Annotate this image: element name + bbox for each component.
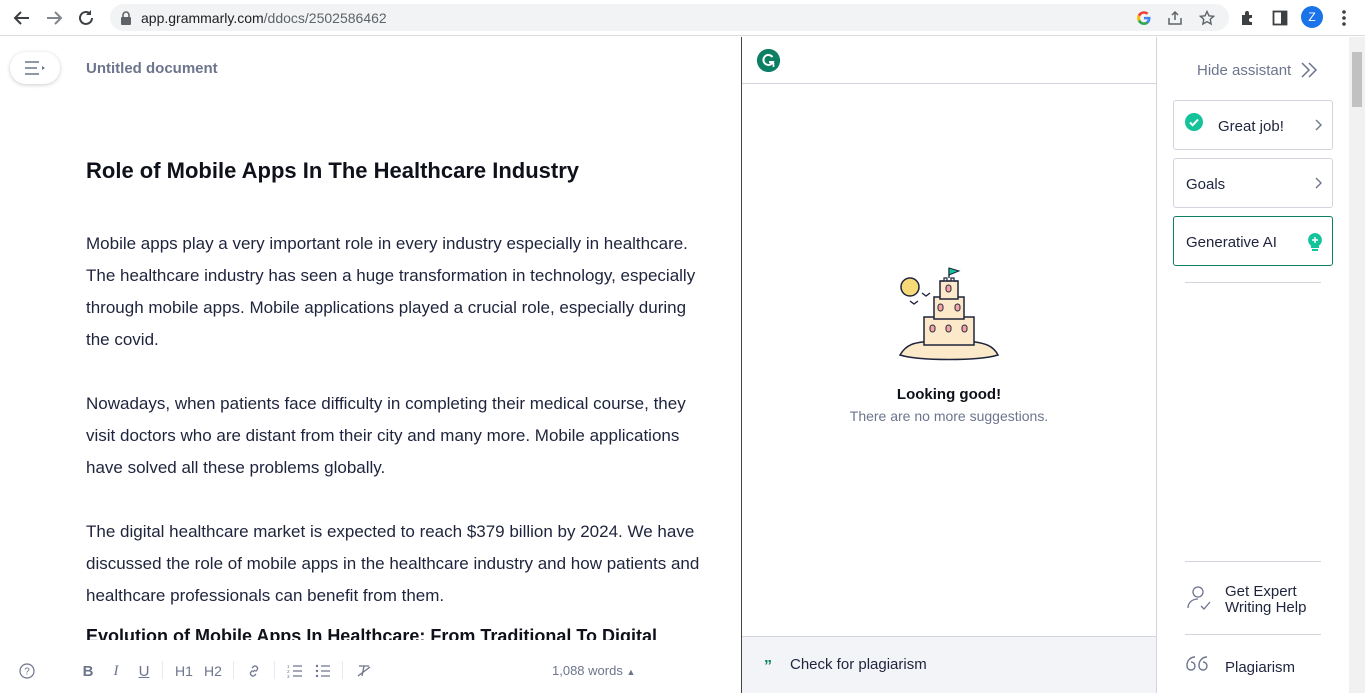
- document-title[interactable]: Untitled document: [86, 60, 218, 77]
- clear-formatting-icon[interactable]: [355, 661, 373, 681]
- back-button[interactable]: [10, 6, 34, 30]
- sidebar-divider: [1185, 561, 1321, 562]
- italic-button[interactable]: I: [108, 661, 124, 681]
- grammarly-logo-icon: [757, 49, 780, 72]
- paragraph[interactable]: Mobile apps play a very important role i…: [86, 228, 706, 356]
- quote-marks-icon: [1185, 655, 1225, 680]
- document-heading[interactable]: Role of Mobile Apps In The Healthcare In…: [86, 158, 579, 184]
- double-chevron-right-icon[interactable]: [1299, 61, 1319, 84]
- check-circle-icon: [1185, 113, 1203, 136]
- hamburger-menu-icon: [25, 61, 45, 75]
- side-panel-icon[interactable]: [1269, 7, 1291, 29]
- kebab-menu-icon[interactable]: [1333, 7, 1355, 29]
- goals-label: Goals: [1186, 176, 1226, 193]
- hide-assistant-button[interactable]: Hide assistant: [1197, 62, 1291, 79]
- numbered-list-icon[interactable]: 123: [286, 661, 304, 681]
- plagiarism-check-bar[interactable]: ” Check for plagiarism: [742, 636, 1156, 693]
- underline-button[interactable]: U: [136, 661, 152, 681]
- arrow-left-icon: [13, 11, 29, 25]
- plagiarism-check-label[interactable]: Check for plagiarism: [790, 656, 927, 673]
- sidebar-divider: [1185, 634, 1321, 635]
- caret-up-icon: ▲: [626, 667, 636, 677]
- assistant-sidebar: Hide assistant Great job! Goals Generati…: [1157, 37, 1349, 693]
- expert-help-link[interactable]: Get Expert Writing Help: [1185, 583, 1325, 616]
- great-job-card[interactable]: Great job!: [1173, 100, 1333, 150]
- suggestions-panel: Looking good! There are no more suggesti…: [742, 37, 1156, 693]
- bookmark-star-icon[interactable]: [1198, 9, 1216, 27]
- sandcastle-illustration: [898, 267, 1000, 361]
- document-menu-button[interactable]: [10, 52, 60, 84]
- generative-ai-label: Generative AI: [1186, 234, 1277, 251]
- empty-state: Looking good! There are no more suggesti…: [742, 267, 1156, 424]
- format-toolbar: ? B I U H1 H2 123 1,088 words ▲: [0, 651, 741, 693]
- document-body[interactable]: Mobile apps play a very important role i…: [86, 228, 706, 640]
- google-icon[interactable]: [1135, 9, 1153, 27]
- reload-icon: [79, 10, 93, 25]
- expert-help-label: Get Expert Writing Help: [1225, 582, 1307, 616]
- page-scrollbar[interactable]: [1349, 37, 1365, 693]
- link-icon[interactable]: [245, 661, 263, 681]
- address-bar[interactable]: app.grammarly.com/ddocs/2502586462: [110, 4, 1229, 31]
- chevron-right-icon: [1314, 118, 1322, 136]
- paragraph[interactable]: Nowadays, when patients face difficulty …: [86, 388, 706, 484]
- browser-toolbar: app.grammarly.com/ddocs/2502586462 Z: [0, 0, 1365, 36]
- help-icon[interactable]: ?: [18, 661, 36, 681]
- document-editor: Untitled document Role of Mobile Apps In…: [0, 37, 741, 693]
- toolbar-divider: [274, 661, 275, 679]
- extensions-icon[interactable]: [1237, 7, 1259, 29]
- reload-button[interactable]: [74, 6, 98, 30]
- word-count[interactable]: 1,088 words ▲: [552, 663, 635, 678]
- bold-button[interactable]: B: [80, 661, 96, 681]
- expert-user-icon: [1185, 583, 1225, 616]
- heading2-button[interactable]: H2: [202, 661, 224, 681]
- svg-text:?: ?: [24, 667, 30, 678]
- lock-icon: [120, 11, 132, 30]
- scrollbar-thumb[interactable]: [1352, 52, 1362, 107]
- sidebar-divider: [1185, 282, 1321, 283]
- forward-button[interactable]: [42, 6, 66, 30]
- toolbar-divider: [342, 661, 343, 679]
- paragraph[interactable]: The digital healthcare market is expecte…: [86, 516, 706, 612]
- goals-card[interactable]: Goals: [1173, 158, 1333, 208]
- arrow-right-icon: [47, 11, 63, 25]
- plagiarism-link[interactable]: Plagiarism: [1185, 655, 1295, 680]
- chevron-right-icon: [1314, 176, 1322, 194]
- bullet-list-icon[interactable]: [314, 661, 332, 681]
- generative-ai-card[interactable]: Generative AI: [1173, 216, 1333, 266]
- panel-header: [742, 37, 1156, 84]
- toolbar-divider: [162, 661, 163, 679]
- url-text: app.grammarly.com/ddocs/2502586462: [141, 10, 387, 26]
- toolbar-divider: [233, 661, 234, 679]
- plagiarism-label: Plagiarism: [1225, 658, 1296, 676]
- quote-icon: ”: [764, 658, 772, 675]
- empty-state-title: Looking good!: [896, 386, 1002, 403]
- empty-state-subtitle: There are no more suggestions.: [849, 408, 1049, 424]
- profile-avatar[interactable]: Z: [1301, 6, 1323, 28]
- share-icon[interactable]: [1166, 9, 1184, 27]
- svg-text:3: 3: [287, 674, 290, 678]
- lightbulb-icon: [1306, 232, 1324, 257]
- document-subheading[interactable]: Evolution of Mobile Apps In Healthcare: …: [86, 624, 706, 640]
- great-job-label: Great job!: [1218, 118, 1284, 135]
- heading1-button[interactable]: H1: [174, 661, 194, 681]
